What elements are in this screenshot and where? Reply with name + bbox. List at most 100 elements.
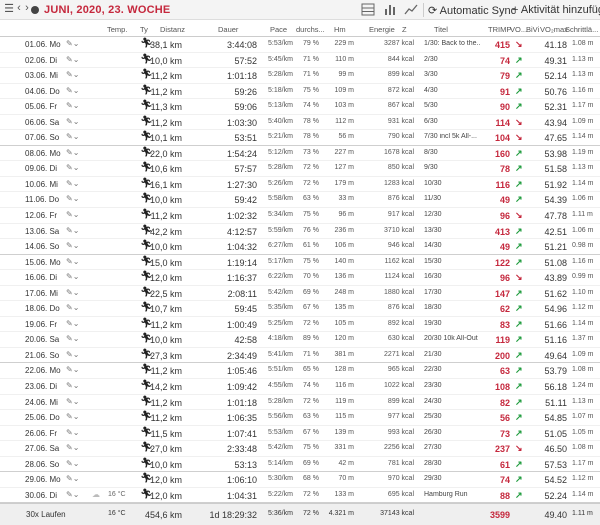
edit-tools-icon[interactable]: ✎⌄ — [66, 428, 79, 437]
edit-tools-icon[interactable]: ✎⌄ — [66, 288, 79, 297]
add-activity-button[interactable]: + Aktivität hinzufügen — [512, 4, 600, 16]
col-zone[interactable]: Z — [402, 25, 407, 34]
row-title: 16/30 — [424, 273, 442, 281]
table-row[interactable]: 21.06. So ✎⌄ 🏃︎ 27,3 km 2:34:49 5:41/km 71 % 38… — [0, 348, 600, 364]
row-vo2max: 43.89 — [544, 273, 567, 284]
row-duration: 3:44:08 — [226, 40, 257, 50]
col-type[interactable]: Ty — [140, 25, 148, 34]
row-pace: 6:22/km — [268, 273, 293, 281]
row-energy: 1124 kcal — [384, 273, 414, 281]
edit-tools-icon[interactable]: ✎⌄ — [66, 381, 79, 390]
col-energy[interactable]: Energie — [369, 25, 395, 34]
table-row[interactable]: 28.06. So ✎⌄ 🏃︎ 10,0 km 53:13 5:14/km 69 % 42 m… — [0, 457, 600, 473]
row-pace: 5:58/km — [268, 195, 293, 203]
edit-tools-icon[interactable]: ✎⌄ — [66, 365, 79, 374]
edit-tools-icon[interactable]: ✎⌄ — [66, 303, 79, 312]
table-row[interactable]: 03.06. Mi ✎⌄ 🏃︎ 11,2 km 1:01:18 5:28/km 71 % 99… — [0, 68, 600, 84]
table-row[interactable]: 20.06. Sa ✎⌄ 🏃︎ 10,0 km 42:58 4:18/km 89 % 120 … — [0, 332, 600, 348]
edit-tools-icon[interactable]: ✎⌄ — [66, 490, 79, 499]
edit-tools-icon[interactable]: ✎⌄ — [66, 257, 79, 266]
edit-tools-icon[interactable]: ✎⌄ — [66, 86, 79, 95]
table-row[interactable]: 15.06. Mo ✎⌄ 🏃︎ 15,0 km 1:19:14 5:17/km 75 % 14… — [0, 255, 600, 271]
table-row[interactable]: 12.06. Fr ✎⌄ 🏃︎ 11,2 km 1:02:32 5:34/km 75 % 96… — [0, 208, 600, 224]
row-trimp: 78 — [499, 164, 510, 175]
row-distance: 11,2 km — [150, 413, 182, 424]
edit-tools-icon[interactable]: ✎⌄ — [66, 55, 79, 64]
edit-tools-icon[interactable]: ✎⌄ — [66, 163, 79, 172]
edit-tools-icon[interactable]: ✎⌄ — [66, 179, 79, 188]
col-pace[interactable]: Pace — [270, 25, 287, 34]
edit-tools-icon[interactable]: ✎⌄ — [66, 319, 79, 328]
row-duration: 53:13 — [234, 459, 257, 470]
edit-tools-icon[interactable]: ✎⌄ — [66, 70, 79, 79]
table-row[interactable]: 19.06. Fr ✎⌄ 🏃︎ 11,2 km 1:00:49 5:25/km 72 % 10… — [0, 317, 600, 333]
edit-tools-icon[interactable]: ✎⌄ — [66, 132, 79, 141]
col-trimp[interactable]: TRIMP — [488, 25, 511, 34]
table-row[interactable]: 16.06. Di ✎⌄ 🏃︎ 12,0 km 1:16:37 6:22/km 70 % 13… — [0, 270, 600, 286]
col-vo[interactable]: VO... — [510, 25, 527, 34]
table-row[interactable]: 26.06. Fr ✎⌄ 🏃︎ 11,5 km 1:07:41 5:53/km 67 % 13… — [0, 426, 600, 442]
col-stride[interactable]: Schrittlä... — [565, 25, 598, 34]
col-bivi[interactable]: BiVi — [526, 25, 539, 34]
col-title[interactable]: Titel — [434, 25, 448, 34]
edit-tools-icon[interactable]: ✎⌄ — [66, 117, 79, 126]
table-row[interactable]: 23.06. Di ✎⌄ 🏃︎ 14,2 km 1:09:42 4:55/km 74 % 11… — [0, 379, 600, 395]
table-row[interactable]: 24.06. Mi ✎⌄ 🏃︎ 11,2 km 1:01:18 5:28/km 72 % 11… — [0, 395, 600, 411]
col-distance[interactable]: Distanz — [160, 25, 185, 34]
table-row[interactable]: 06.06. Sa ✎⌄ 🏃︎ 11,2 km 1:03:30 5:40/km 78 % 11… — [0, 115, 600, 131]
col-duration[interactable]: Dauer — [218, 25, 238, 34]
table-row[interactable]: 07.06. So ✎⌄ 🏃︎ 10,1 km 53:51 5:21/km 78 % 56 m… — [0, 130, 600, 146]
row-title: 15/30 — [424, 257, 442, 265]
table-row[interactable]: 22.06. Mo ✎⌄ 🏃︎ 11,2 km 1:05:46 5:51/km 65 % 12… — [0, 363, 600, 380]
col-hr-avg[interactable]: durchs... — [296, 25, 325, 34]
table-view-icon[interactable] — [360, 2, 376, 17]
row-distance: 15,0 km — [149, 257, 182, 268]
table-row[interactable]: 01.06. Mo ✎⌄ 🏃︎ 38,1 km 3:44:08 5:53/km 79 % 22… — [0, 37, 600, 53]
table-row[interactable]: 08.06. Mo ✎⌄ 🏃︎ 22,0 km 1:54:24 5:12/km 73 % 22… — [0, 146, 600, 162]
table-row[interactable]: 29.06. Mo ✎⌄ 🏃︎ 12,0 km 1:06:10 5:30/km 68 % 70… — [0, 472, 600, 488]
table-row[interactable]: 05.06. Fr ✎⌄ 🏃︎ 11,3 km 59:06 5:13/km 74 % 103 … — [0, 99, 600, 115]
line-chart-icon[interactable] — [403, 2, 419, 17]
row-pace: 5:42/km — [268, 444, 293, 452]
edit-tools-icon[interactable]: ✎⌄ — [66, 334, 79, 343]
edit-tools-icon[interactable]: ✎⌄ — [66, 39, 79, 48]
edit-tools-icon[interactable]: ✎⌄ — [66, 397, 79, 406]
edit-tools-icon[interactable]: ✎⌄ — [66, 226, 79, 235]
edit-tools-icon[interactable]: ✎⌄ — [66, 474, 79, 483]
col-temp[interactable]: Temp. — [107, 25, 127, 34]
bar-chart-icon[interactable] — [382, 2, 398, 17]
edit-tools-icon[interactable]: ✎⌄ — [66, 272, 79, 281]
table-row[interactable]: 10.06. Mi ✎⌄ 🏃︎ 16,1 km 1:27:30 5:26/km 72 % 17… — [0, 177, 600, 193]
edit-tools-icon[interactable]: ✎⌄ — [66, 241, 79, 250]
table-row[interactable]: 13.06. Sa ✎⌄ 🏃︎ 42,2 km 4:12:57 5:59/km 76 % 23… — [0, 224, 600, 240]
table-row[interactable]: 11.06. Do ✎⌄ 🏃︎ 10,0 km 59:42 5:58/km 63 % 33 m… — [0, 192, 600, 209]
table-row[interactable]: 09.06. Di ✎⌄ 🏃︎ 10,6 km 57:57 5:28/km 72 % 127 … — [0, 161, 600, 177]
row-date: 28.06. So — [25, 459, 60, 469]
table-row[interactable]: 17.06. Mi ✎⌄ 🏃︎ 22,5 km 2:08:11 5:42/km 69 % 24… — [0, 286, 600, 302]
edit-tools-icon[interactable]: ✎⌄ — [66, 459, 79, 468]
row-title: 24/30 — [424, 397, 442, 405]
edit-tools-icon[interactable]: ✎⌄ — [66, 412, 79, 421]
automatic-sync-button[interactable]: ⟳ Automatic Sync — [428, 4, 516, 17]
edit-tools-icon[interactable]: ✎⌄ — [66, 443, 79, 452]
col-hm[interactable]: Hm — [334, 25, 346, 34]
table-row[interactable]: 25.06. Do ✎⌄ 🏃︎ 11,2 km 1:06:35 5:56/km 63 % 11… — [0, 410, 600, 426]
row-distance: 11,2 km — [150, 86, 182, 97]
table-row[interactable]: 27.06. Sa ✎⌄ 🏃︎ 27,0 km 2:33:48 5:42/km 75 % 33… — [0, 441, 600, 457]
edit-tools-icon[interactable]: ✎⌄ — [66, 194, 79, 203]
table-row[interactable]: 02.06. Di ✎⌄ 🏃︎ 10,0 km 57:52 5:45/km 71 % 110 … — [0, 53, 600, 69]
row-trimp: 82 — [499, 397, 510, 408]
row-distance: 10,1 km — [149, 133, 182, 144]
trend-up-arrow-icon: ↗ — [515, 396, 523, 407]
table-row[interactable]: 18.06. Do ✎⌄ 🏃︎ 10,7 km 59:45 5:35/km 67 % 135 … — [0, 301, 600, 317]
edit-tools-icon[interactable]: ✎⌄ — [66, 148, 79, 157]
edit-tools-icon[interactable]: ✎⌄ — [66, 350, 79, 359]
row-stride: 0.98 m — [572, 242, 594, 250]
edit-tools-icon[interactable]: ✎⌄ — [66, 101, 79, 110]
table-row[interactable]: 30.06. Di ✎⌄ ☁ 16 °C 🏃︎ 12,0 km 1:04:31 5:22/km… — [0, 488, 600, 504]
col-vo2max[interactable]: VO₂max — [540, 25, 568, 34]
edit-tools-icon[interactable]: ✎⌄ — [66, 210, 79, 219]
row-pace: 5:30/km — [268, 475, 293, 483]
table-row[interactable]: 14.06. So ✎⌄ 🏃︎ 10,0 km 1:04:32 6:27/km 61 % 10… — [0, 239, 600, 255]
table-row[interactable]: 04.06. Do ✎⌄ 🏃︎ 11,2 km 59:26 5:18/km 75 % 109 … — [0, 84, 600, 100]
